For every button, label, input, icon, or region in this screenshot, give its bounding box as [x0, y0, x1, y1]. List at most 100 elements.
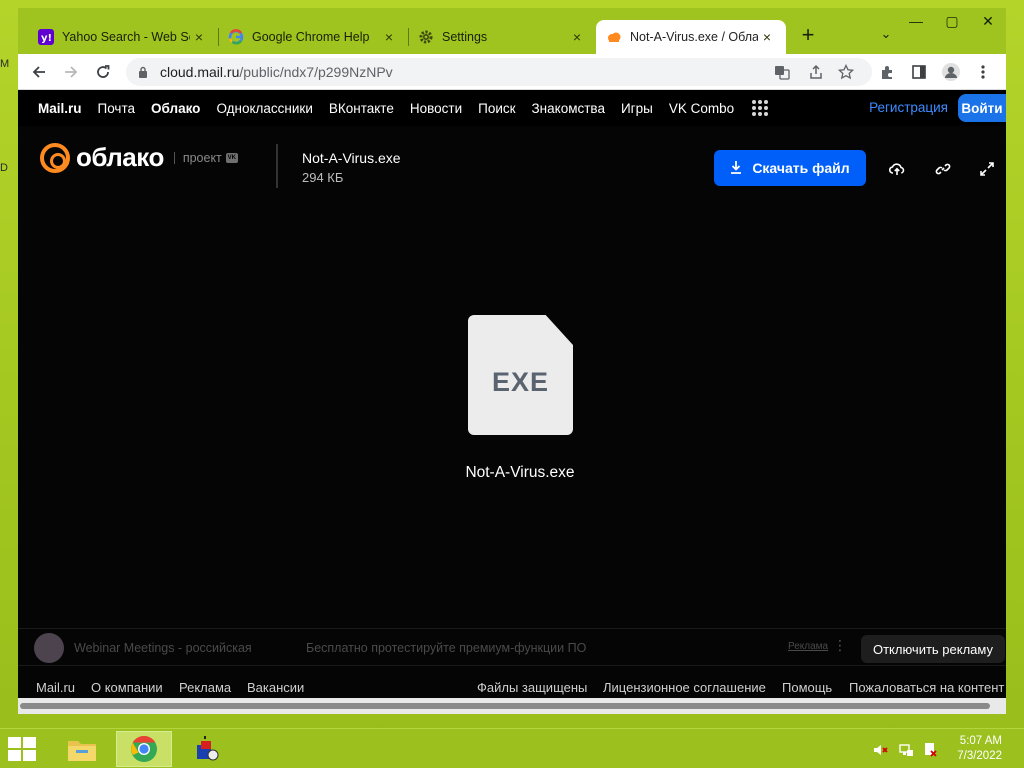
- login-button[interactable]: Войти: [958, 94, 1006, 122]
- download-button[interactable]: Скачать файл: [714, 150, 866, 186]
- ad-label-link[interactable]: Реклама: [788, 641, 828, 652]
- footer-link-about[interactable]: О компании: [91, 680, 163, 695]
- footer-link-mailru[interactable]: Mail.ru: [36, 680, 75, 695]
- tab-strip: y! Yahoo Search - Web Search × Google Ch…: [18, 8, 1006, 54]
- file-extension-label: EXE: [491, 367, 550, 397]
- tab-title: Google Chrome Help: [252, 30, 370, 44]
- footer-link-files-protected[interactable]: Файлы защищены: [477, 680, 587, 695]
- tab-title: Settings: [442, 30, 488, 44]
- file-preview-icon[interactable]: EXE: [468, 315, 573, 435]
- tab-yahoo[interactable]: y! Yahoo Search - Web Search ×: [28, 20, 218, 54]
- url-host: cloud.mail.ru: [160, 64, 240, 80]
- nav-novosti[interactable]: Новости: [410, 101, 462, 116]
- translate-icon[interactable]: [772, 62, 792, 82]
- ad-banner[interactable]: Webinar Meetings - российская Бесплатно …: [18, 628, 1006, 666]
- tab-not-a-virus[interactable]: Not-A-Virus.exe / Облако ×: [596, 20, 786, 54]
- action-center-icon[interactable]: [922, 742, 938, 758]
- nav-oblako[interactable]: Облако: [151, 101, 200, 116]
- portal-nav: Mail.ru Почта Облако Одноклассники ВКонт…: [18, 90, 1006, 126]
- extensions-icon[interactable]: [876, 61, 898, 83]
- save-to-cloud-icon[interactable]: [888, 160, 906, 178]
- yahoo-icon: y!: [38, 29, 54, 45]
- url-text[interactable]: cloud.mail.ru/public/ndx7/p299NzNPv: [160, 64, 393, 80]
- gear-icon: [418, 29, 434, 45]
- profile-avatar-icon[interactable]: [940, 61, 962, 83]
- close-tab-icon[interactable]: ×: [758, 29, 776, 45]
- apps-grid-icon[interactable]: [752, 100, 769, 116]
- lock-icon[interactable]: [138, 65, 148, 78]
- windows-start-icon[interactable]: [8, 737, 38, 763]
- scrollbar-thumb[interactable]: [20, 703, 990, 709]
- window-controls: — ▢ ✕: [898, 8, 1006, 36]
- system-clock[interactable]: 5:07 AM 7/3/2022: [942, 734, 1002, 764]
- tab-title: Yahoo Search - Web Search: [62, 30, 190, 44]
- preview-file-name: Not-A-Virus.exe: [465, 464, 575, 481]
- forward-icon[interactable]: [60, 61, 82, 83]
- footer-link-jobs[interactable]: Вакансии: [247, 680, 304, 695]
- reload-icon[interactable]: [92, 61, 114, 83]
- bookmark-star-icon[interactable]: [836, 62, 856, 82]
- ad-more-icon[interactable]: ⋮: [833, 637, 847, 654]
- cloud-header: облако проект VK Not-A-Virus.exe 294 КБ С…: [18, 126, 1006, 206]
- taskbar: 5:07 AM 7/3/2022: [0, 728, 1024, 768]
- oblako-logo[interactable]: облако проект VK: [40, 142, 238, 173]
- minimize-button[interactable]: —: [898, 8, 934, 34]
- cloud-icon: [606, 29, 622, 45]
- app-taskbar-icon[interactable]: [178, 731, 234, 767]
- new-tab-button[interactable]: +: [796, 24, 820, 48]
- clock-time: 5:07 AM: [959, 735, 1002, 747]
- project-text: проект: [182, 150, 222, 165]
- maximize-button[interactable]: ▢: [934, 8, 970, 34]
- back-icon[interactable]: [28, 61, 50, 83]
- file-explorer-icon[interactable]: [54, 731, 110, 767]
- fullscreen-icon[interactable]: [978, 160, 996, 178]
- svg-text:y!: y!: [41, 33, 52, 44]
- network-icon[interactable]: [898, 742, 914, 758]
- nav-odnoklassniki[interactable]: Одноклассники: [216, 101, 312, 116]
- footer-link-help[interactable]: Помощь: [782, 680, 832, 695]
- clock-date: 7/3/2022: [957, 750, 1002, 762]
- nav-mailru[interactable]: Mail.ru: [38, 101, 82, 116]
- side-panel-icon[interactable]: [908, 61, 930, 83]
- link-icon[interactable]: [934, 160, 952, 178]
- volume-muted-icon[interactable]: [872, 742, 888, 758]
- browser-window: y! Yahoo Search - Web Search × Google Ch…: [18, 8, 1006, 714]
- tab-search-button[interactable]: ⌄: [876, 26, 896, 46]
- nav-znakomstva[interactable]: Знакомства: [532, 101, 605, 116]
- download-label: Скачать файл: [752, 160, 850, 176]
- close-tab-icon[interactable]: ×: [380, 29, 398, 45]
- tab-google-chrome-help[interactable]: Google Chrome Help ×: [218, 20, 408, 54]
- close-tab-icon[interactable]: ×: [190, 29, 208, 45]
- page-content: Mail.ru Почта Облако Одноклассники ВКонт…: [18, 90, 1006, 698]
- close-tab-icon[interactable]: ×: [568, 29, 586, 45]
- menu-kebab-icon[interactable]: [972, 61, 994, 83]
- project-label: проект VK: [173, 150, 238, 165]
- chrome-taskbar-icon[interactable]: [116, 731, 172, 767]
- logo-text: облако: [76, 142, 164, 172]
- download-icon: [730, 160, 742, 177]
- tab-title: Not-A-Virus.exe / Облако: [630, 30, 758, 44]
- footer-link-ads[interactable]: Реклама: [179, 680, 231, 695]
- disable-ads-button[interactable]: Отключить рекламу: [861, 635, 1005, 663]
- close-window-button[interactable]: ✕: [970, 8, 1006, 34]
- tab-settings[interactable]: Settings ×: [408, 20, 596, 54]
- nav-vk-combo[interactable]: VK Combo: [669, 101, 734, 116]
- browser-toolbar: cloud.mail.ru/public/ndx7/p299NzNPv: [18, 54, 1006, 90]
- share-icon[interactable]: [806, 62, 826, 82]
- nav-pochta[interactable]: Почта: [98, 101, 136, 116]
- nav-poisk[interactable]: Поиск: [478, 101, 515, 116]
- nav-igry[interactable]: Игры: [621, 101, 653, 116]
- url-path: /public/ndx7/p299NzNPv: [239, 64, 393, 80]
- nav-vkontakte[interactable]: ВКонтакте: [329, 101, 394, 116]
- register-link[interactable]: Регистрация: [869, 100, 948, 115]
- desktop-icon-label[interactable]: D: [0, 162, 14, 174]
- footer-link-report[interactable]: Пожаловаться на контент: [849, 680, 1004, 695]
- ad-description[interactable]: Бесплатно протестируйте премиум-функции …: [306, 641, 586, 655]
- ad-title[interactable]: Webinar Meetings - российская: [74, 641, 252, 655]
- horizontal-scrollbar[interactable]: [18, 698, 1006, 714]
- ad-avatar: [34, 633, 64, 663]
- footer-link-license[interactable]: Лицензионное соглашение: [603, 680, 766, 695]
- address-bar[interactable]: cloud.mail.ru/public/ndx7/p299NzNPv: [126, 58, 872, 86]
- desktop-icon-label[interactable]: M: [0, 58, 14, 70]
- file-name: Not-A-Virus.exe: [302, 150, 401, 166]
